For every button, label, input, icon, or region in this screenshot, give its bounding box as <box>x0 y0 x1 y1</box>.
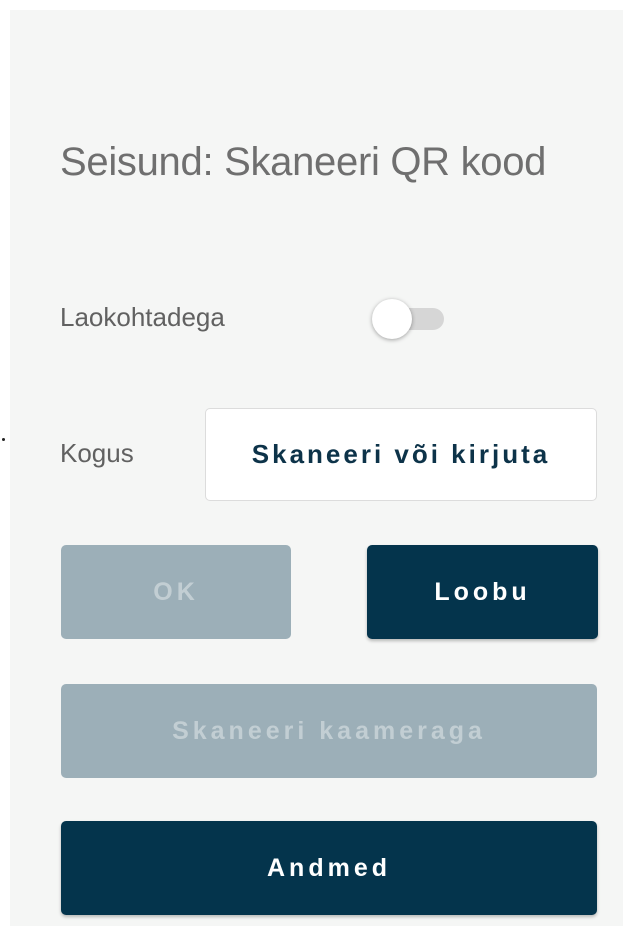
stray-dot <box>2 438 5 441</box>
location-toggle-switch[interactable] <box>372 298 448 340</box>
cancel-button[interactable]: Loobu <box>367 545 598 639</box>
status-text: Seisund: Skaneeri QR kood <box>60 140 547 184</box>
location-toggle-label: Laokohtadega <box>60 302 225 332</box>
quantity-input[interactable]: Skaneeri või kirjuta <box>205 408 597 501</box>
ok-button[interactable]: OK <box>61 545 291 639</box>
switch-thumb <box>372 299 412 339</box>
scan-camera-button[interactable]: Skaneeri kaameraga <box>61 684 597 778</box>
quantity-label: Kogus <box>60 438 134 468</box>
details-button[interactable]: Andmed <box>61 821 597 915</box>
